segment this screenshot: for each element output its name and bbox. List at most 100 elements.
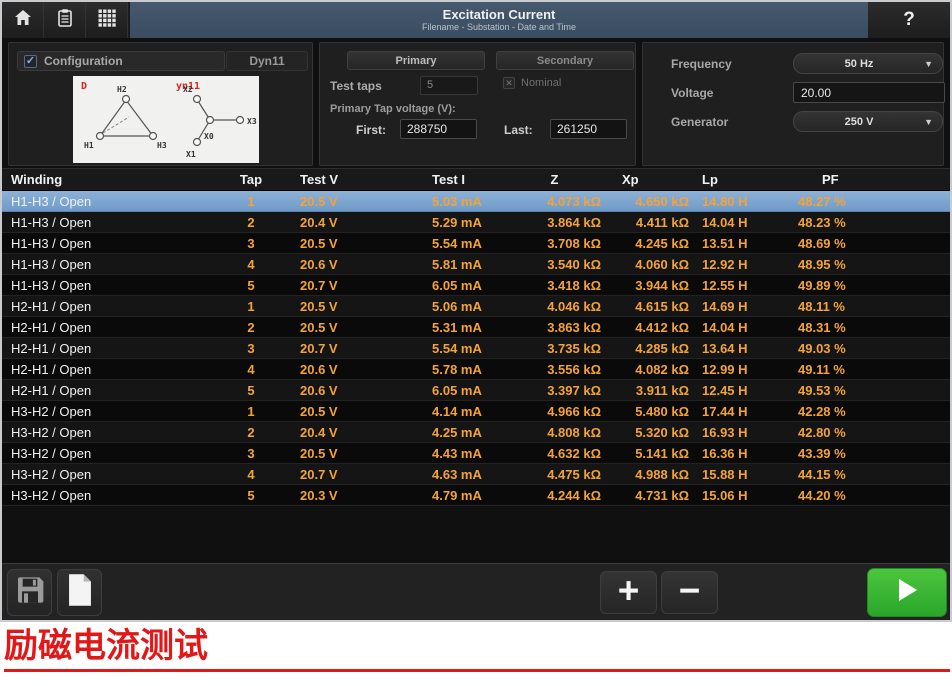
table-row[interactable]: H2-H1 / Open520.6 V6.05 mA3.397 kΩ3.911 …	[2, 380, 950, 401]
run-test-button[interactable]	[867, 568, 947, 617]
cell-pf: 49.11 %	[782, 359, 950, 380]
cell-z: 4.808 kΩ	[502, 422, 607, 443]
primary-button[interactable]: Primary	[347, 51, 485, 70]
cell-tap: 5	[230, 485, 272, 506]
cell-winding: H1-H3 / Open	[2, 275, 230, 296]
cell-winding: H1-H3 / Open	[2, 191, 230, 212]
table-row[interactable]: H3-H2 / Open420.7 V4.63 mA4.475 kΩ4.988 …	[2, 464, 950, 485]
remove-row-button[interactable]: −	[661, 571, 718, 614]
table-row[interactable]: H2-H1 / Open220.5 V5.31 mA3.863 kΩ4.412 …	[2, 317, 950, 338]
cell-tap: 1	[230, 401, 272, 422]
svg-text:D: D	[81, 81, 87, 92]
cell-winding: H3-H2 / Open	[2, 464, 230, 485]
test-taps-label: Test taps	[330, 79, 382, 93]
save-button[interactable]	[7, 569, 52, 616]
table-row[interactable]: H2-H1 / Open120.5 V5.06 mA4.046 kΩ4.615 …	[2, 296, 950, 317]
table-row[interactable]: H3-H2 / Open120.5 V4.14 mA4.966 kΩ5.480 …	[2, 401, 950, 422]
cell-z: 3.708 kΩ	[502, 233, 607, 254]
voltage-label: Voltage	[671, 86, 713, 100]
table-row[interactable]: H2-H1 / Open420.6 V5.78 mA3.556 kΩ4.082 …	[2, 359, 950, 380]
table-row[interactable]: H1-H3 / Open220.4 V5.29 mA3.864 kΩ4.411 …	[2, 212, 950, 233]
help-button[interactable]: ?	[868, 2, 950, 38]
cell-xp: 3.911 kΩ	[607, 380, 692, 401]
cell-winding: H3-H2 / Open	[2, 443, 230, 464]
column-header-test-i: Test I	[402, 169, 502, 191]
grid-menu-icon	[97, 8, 117, 33]
page-title: Excitation Current	[443, 7, 556, 22]
secondary-button[interactable]: Secondary	[496, 51, 634, 70]
frequency-dropdown[interactable]: 50 Hz ▼	[793, 53, 943, 74]
cell-test-i: 4.25 mA	[402, 422, 502, 443]
cell-z: 3.863 kΩ	[502, 317, 607, 338]
cell-z: 3.864 kΩ	[502, 212, 607, 233]
cell-winding: H3-H2 / Open	[2, 401, 230, 422]
nominal-option[interactable]: ✕ Nominal	[503, 77, 561, 89]
configuration-row: ✓ Configuration Dyn11 D H2 H1 H3 yn1	[8, 42, 944, 166]
page-subtitle: Filename - Substation - Date and Time	[422, 22, 576, 33]
svg-text:X0: X0	[204, 132, 214, 141]
cell-xp: 4.082 kΩ	[607, 359, 692, 380]
cell-pf: 43.39 %	[782, 443, 950, 464]
home-button[interactable]	[2, 2, 44, 38]
cell-tap: 1	[230, 296, 272, 317]
table-row[interactable]: H3-H2 / Open320.5 V4.43 mA4.632 kΩ5.141 …	[2, 443, 950, 464]
cell-test-i: 5.06 mA	[402, 296, 502, 317]
cell-winding: H3-H2 / Open	[2, 422, 230, 443]
cell-test-v: 20.5 V	[272, 296, 402, 317]
add-row-button[interactable]: +	[600, 571, 657, 614]
table-row[interactable]: H1-H3 / Open320.5 V5.54 mA3.708 kΩ4.245 …	[2, 233, 950, 254]
svg-text:X3: X3	[247, 117, 257, 126]
cell-pf: 48.31 %	[782, 317, 950, 338]
table-row[interactable]: H3-H2 / Open520.3 V4.79 mA4.244 kΩ4.731 …	[2, 485, 950, 506]
menu-button[interactable]	[86, 2, 128, 38]
table-row[interactable]: H2-H1 / Open320.7 V5.54 mA3.735 kΩ4.285 …	[2, 338, 950, 359]
report-button[interactable]	[44, 2, 86, 38]
first-voltage-input[interactable]	[400, 119, 477, 139]
svg-text:X2: X2	[183, 85, 193, 94]
checkbox-checked-icon: ✓	[24, 55, 37, 68]
test-taps-count-field[interactable]: 5	[420, 76, 478, 95]
cell-xp: 4.615 kΩ	[607, 296, 692, 317]
cell-lp: 12.45 H	[692, 380, 782, 401]
nominal-label: Nominal	[521, 77, 561, 89]
generator-label: Generator	[671, 115, 728, 129]
generator-dropdown[interactable]: 250 V ▼	[793, 111, 943, 132]
cell-test-i: 5.03 mA	[402, 191, 502, 212]
cell-test-v: 20.6 V	[272, 380, 402, 401]
new-file-button[interactable]	[57, 569, 102, 616]
cell-test-i: 6.05 mA	[402, 275, 502, 296]
cell-test-i: 5.54 mA	[402, 338, 502, 359]
cell-xp: 4.060 kΩ	[607, 254, 692, 275]
cell-tap: 2	[230, 317, 272, 338]
cell-tap: 4	[230, 359, 272, 380]
last-voltage-input[interactable]	[550, 119, 627, 139]
test-taps-panel: Primary Secondary Test taps 5 ✕ Nominal …	[319, 42, 636, 166]
cell-test-v: 20.7 V	[272, 338, 402, 359]
cell-test-i: 5.81 mA	[402, 254, 502, 275]
vector-group-label[interactable]: Dyn11	[226, 51, 308, 71]
caption-area: 励磁电流测试	[0, 622, 952, 672]
cell-xp: 5.320 kΩ	[607, 422, 692, 443]
frequency-value: 50 Hz	[794, 58, 924, 70]
cell-test-i: 5.78 mA	[402, 359, 502, 380]
cell-xp: 3.944 kΩ	[607, 275, 692, 296]
table-row[interactable]: H1-H3 / Open420.6 V5.81 mA3.540 kΩ4.060 …	[2, 254, 950, 275]
table-row[interactable]: H1-H3 / Open120.5 V5.03 mA4.073 kΩ4.650 …	[2, 191, 950, 212]
cell-test-v: 20.6 V	[272, 359, 402, 380]
voltage-input[interactable]	[793, 82, 945, 103]
title-bar: Excitation Current Filename - Substation…	[130, 2, 868, 38]
cell-winding: H3-H2 / Open	[2, 485, 230, 506]
table-row[interactable]: H3-H2 / Open220.4 V4.25 mA4.808 kΩ5.320 …	[2, 422, 950, 443]
cell-winding: H1-H3 / Open	[2, 254, 230, 275]
cell-winding: H2-H1 / Open	[2, 380, 230, 401]
cell-winding: H2-H1 / Open	[2, 296, 230, 317]
table-row[interactable]: H1-H3 / Open520.7 V6.05 mA3.418 kΩ3.944 …	[2, 275, 950, 296]
caption-title: 励磁电流测试	[4, 626, 950, 666]
cell-winding: H2-H1 / Open	[2, 338, 230, 359]
configuration-checkbox[interactable]: ✓ Configuration	[17, 51, 225, 71]
column-header-lp: Lp	[692, 169, 782, 191]
top-bar: Excitation Current Filename - Substation…	[2, 2, 950, 38]
cell-test-v: 20.7 V	[272, 275, 402, 296]
cell-tap: 4	[230, 254, 272, 275]
save-icon	[14, 574, 46, 611]
